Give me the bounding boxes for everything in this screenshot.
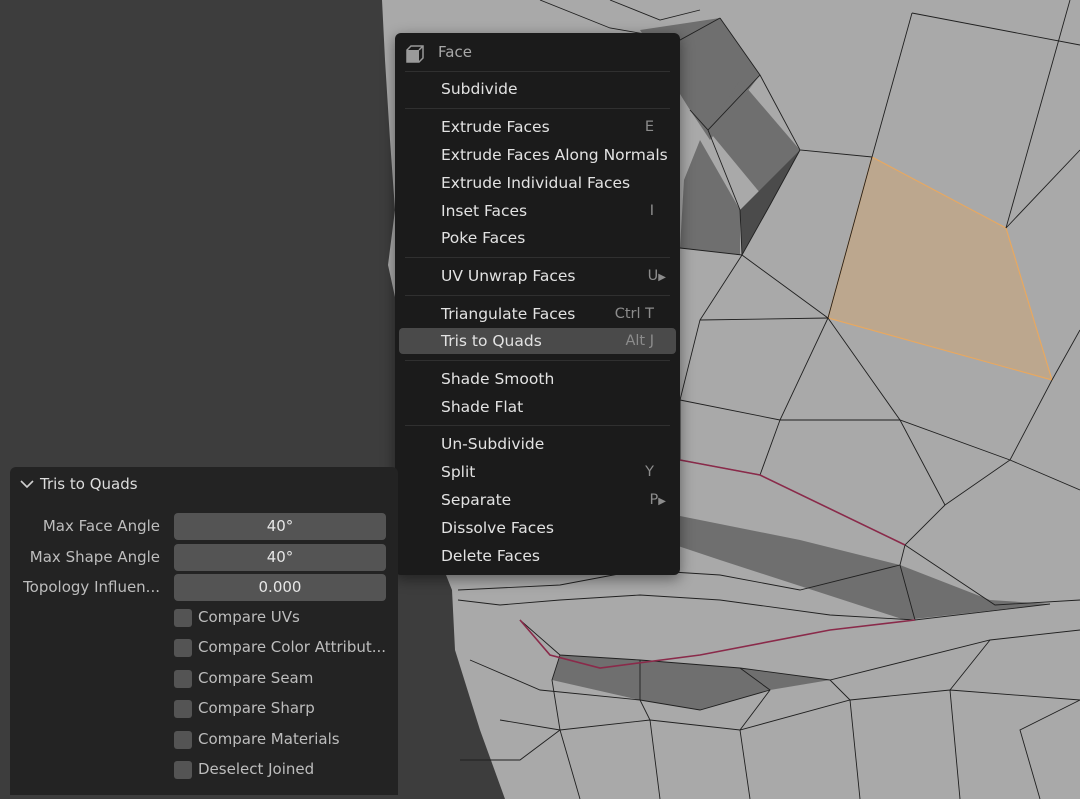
- menu-item-extrude-faces-along-normals[interactable]: Extrude Faces Along Normals: [399, 142, 676, 168]
- menu-title: Face: [438, 43, 472, 61]
- menu-item-poke-faces[interactable]: Poke Faces: [399, 225, 676, 251]
- menu-item-subdivide[interactable]: Subdivide: [399, 76, 676, 102]
- chevron-down-icon[interactable]: [20, 478, 34, 490]
- max-face-angle-label: Max Face Angle: [42, 517, 160, 535]
- menu-item-shortcut: Y: [645, 464, 654, 480]
- menu-item-shortcut: Alt J: [625, 333, 654, 349]
- menu-separator: [405, 425, 670, 426]
- menu-item-tris-to-quads[interactable]: Tris to Quads Alt J: [399, 328, 676, 354]
- menu-item-label: Shade Flat: [441, 398, 524, 416]
- topology-influence-field[interactable]: 0.000: [174, 574, 386, 601]
- menu-item-dissolve-faces[interactable]: Dissolve Faces: [399, 515, 676, 541]
- compare-uvs-checkbox[interactable]: Compare UVs: [174, 607, 394, 631]
- menu-header: Face: [395, 33, 680, 71]
- menu-item-label: Extrude Faces Along Normals: [441, 146, 668, 164]
- menu-separator: [405, 295, 670, 296]
- menu-item-extrude-individual-faces[interactable]: Extrude Individual Faces: [399, 170, 676, 196]
- menu-item-label: Delete Faces: [441, 547, 540, 565]
- submenu-arrow-icon: U▶: [647, 268, 666, 284]
- menu-item-label: Subdivide: [441, 80, 518, 98]
- compare-materials-checkbox[interactable]: Compare Materials: [174, 729, 394, 753]
- menu-item-label: Inset Faces: [441, 202, 528, 220]
- menu-item-label: Tris to Quads: [441, 332, 542, 350]
- menu-separator: [405, 360, 670, 361]
- operator-redo-panel: Tris to Quads Max Face Angle 40° Max Sha…: [10, 467, 398, 795]
- menu-item-label: Poke Faces: [441, 229, 526, 247]
- menu-item-label: Separate: [441, 491, 512, 509]
- menu-item-label: Split: [441, 463, 476, 481]
- checkbox[interactable]: [174, 670, 192, 688]
- compare-sharp-checkbox[interactable]: Compare Sharp: [174, 698, 394, 722]
- menu-item-label: Extrude Individual Faces: [441, 174, 631, 192]
- checkbox-label: Compare Sharp: [198, 699, 315, 717]
- menu-item-shade-smooth[interactable]: Shade Smooth: [399, 366, 676, 392]
- menu-item-split[interactable]: Split Y: [399, 459, 676, 485]
- face-cube-icon: [406, 45, 424, 63]
- submenu-arrow-icon: P▶: [649, 492, 666, 508]
- max-shape-angle-label: Max Shape Angle: [29, 548, 160, 566]
- checkbox-label: Deselect Joined: [198, 760, 315, 778]
- menu-item-triangulate-faces[interactable]: Triangulate Faces Ctrl T: [399, 301, 676, 327]
- checkbox-label: Compare Seam: [198, 669, 314, 687]
- menu-separator: [405, 257, 670, 258]
- max-face-angle-field[interactable]: 40°: [174, 513, 386, 540]
- compare-color-attributes-checkbox[interactable]: Compare Color Attribut...: [174, 637, 394, 661]
- checkbox[interactable]: [174, 639, 192, 657]
- face-context-menu: Face Subdivide Extrude Faces E Extrude F…: [395, 33, 680, 575]
- deselect-joined-checkbox[interactable]: Deselect Joined: [174, 759, 394, 783]
- menu-item-shortcut: Ctrl T: [614, 306, 654, 322]
- menu-item-uv-unwrap-faces[interactable]: UV Unwrap Faces U▶: [399, 263, 676, 289]
- menu-separator: [405, 108, 670, 109]
- menu-item-un-subdivide[interactable]: Un-Subdivide: [399, 431, 676, 457]
- max-shape-angle-field[interactable]: 40°: [174, 544, 386, 571]
- menu-item-shade-flat[interactable]: Shade Flat: [399, 394, 676, 420]
- menu-item-label: Triangulate Faces: [441, 305, 576, 323]
- menu-item-label: Shade Smooth: [441, 370, 555, 388]
- menu-item-label: Extrude Faces: [441, 118, 550, 136]
- menu-item-label: UV Unwrap Faces: [441, 267, 576, 285]
- panel-title: Tris to Quads: [40, 475, 138, 493]
- topology-influence-label: Topology Influen...: [23, 578, 160, 596]
- compare-seam-checkbox[interactable]: Compare Seam: [174, 668, 394, 692]
- panel-header[interactable]: Tris to Quads: [10, 467, 398, 501]
- menu-item-shortcut: I: [649, 203, 654, 219]
- checkbox-label: Compare Materials: [198, 730, 340, 748]
- menu-item-label: Dissolve Faces: [441, 519, 554, 537]
- checkbox[interactable]: [174, 761, 192, 779]
- menu-item-delete-faces[interactable]: Delete Faces: [399, 543, 676, 569]
- menu-item-inset-faces[interactable]: Inset Faces I: [399, 198, 676, 224]
- checkbox[interactable]: [174, 731, 192, 749]
- menu-item-shortcut: E: [644, 119, 654, 135]
- menu-item-extrude-faces[interactable]: Extrude Faces E: [399, 114, 676, 140]
- checkbox-label: Compare UVs: [198, 608, 300, 626]
- menu-separator: [405, 71, 670, 72]
- checkbox[interactable]: [174, 700, 192, 718]
- checkbox-label: Compare Color Attribut...: [198, 638, 387, 656]
- menu-item-separate[interactable]: Separate P▶: [399, 487, 676, 513]
- menu-item-label: Un-Subdivide: [441, 435, 545, 453]
- checkbox[interactable]: [174, 609, 192, 627]
